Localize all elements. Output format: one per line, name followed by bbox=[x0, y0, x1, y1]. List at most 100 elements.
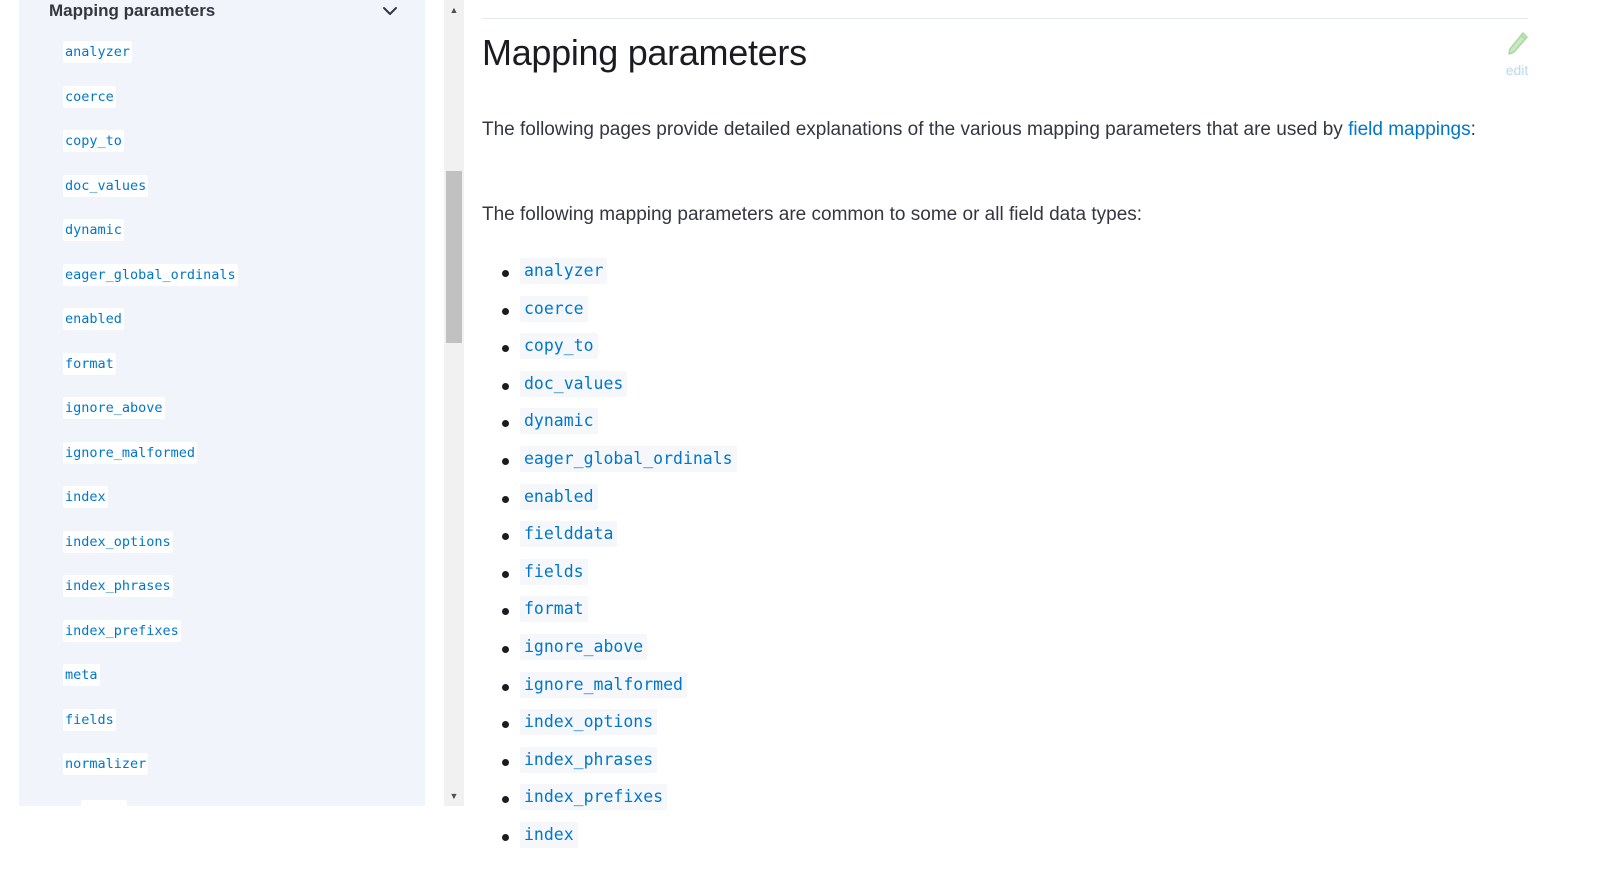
sidebar-item: index_phrases bbox=[63, 575, 238, 620]
param-link[interactable]: coerce bbox=[520, 295, 588, 322]
sidebar-item: format bbox=[63, 352, 238, 398]
list-item: index_prefixes bbox=[482, 784, 737, 822]
bullet bbox=[502, 570, 509, 578]
header-divider bbox=[482, 18, 1528, 19]
sidebar-item-link[interactable]: index bbox=[63, 486, 108, 508]
sidebar-item-link[interactable]: normalizer bbox=[63, 753, 149, 775]
param-link[interactable]: fielddata bbox=[520, 521, 618, 548]
sidebar-item-link[interactable]: ignore_malformed bbox=[63, 441, 198, 464]
bullet bbox=[502, 420, 509, 428]
sidebar-item: coerce bbox=[63, 85, 238, 131]
sidebar-item: meta bbox=[63, 664, 238, 709]
param-link[interactable]: doc_values bbox=[520, 370, 628, 397]
edit-button[interactable]: edit bbox=[1502, 30, 1532, 82]
param-link[interactable]: fields bbox=[520, 558, 588, 585]
sidebar-item-link[interactable]: index_options bbox=[63, 530, 173, 553]
list-item: format bbox=[482, 596, 737, 634]
list-item: doc_values bbox=[482, 370, 737, 409]
param-list: analyzer coerce copy_to doc_values dynam… bbox=[482, 258, 737, 860]
sidebar-item-link[interactable]: meta bbox=[63, 664, 100, 686]
list-item: enabled bbox=[482, 483, 737, 522]
sidebar-item-link[interactable]: coerce bbox=[63, 85, 116, 108]
scroll-up-icon[interactable]: ▲ bbox=[444, 0, 464, 20]
edit-label: edit bbox=[1505, 62, 1529, 78]
bullet bbox=[502, 307, 509, 315]
list-item: ignore_malformed bbox=[482, 671, 737, 710]
bullet bbox=[502, 270, 509, 277]
param-link[interactable]: index_phrases bbox=[520, 746, 658, 773]
list-item: eager_global_ordinals bbox=[482, 445, 737, 484]
scroll-down-icon[interactable]: ▼ bbox=[444, 786, 464, 806]
main-content: Mapping parameters edit The following pa… bbox=[482, 0, 1532, 869]
sidebar-item: normalizer bbox=[63, 753, 238, 798]
sidebar-item: index_options bbox=[63, 530, 238, 576]
bullet bbox=[502, 833, 509, 841]
bullet bbox=[502, 721, 509, 729]
param-link[interactable]: enabled bbox=[520, 483, 598, 510]
bullet bbox=[502, 345, 509, 353]
sidebar-item-link[interactable]: enabled bbox=[63, 308, 124, 330]
sidebar-item: doc_values bbox=[63, 174, 238, 220]
sidebar-item: analyzer bbox=[63, 41, 238, 86]
intro-suffix: : bbox=[1470, 119, 1476, 140]
param-link[interactable]: ignore_malformed bbox=[520, 671, 687, 698]
sidebar-item: copy_to bbox=[63, 130, 238, 175]
sidebar-item-link[interactable]: index_phrases bbox=[63, 575, 173, 597]
list-item: index bbox=[482, 821, 737, 860]
sidebar-item-link[interactable]: format bbox=[63, 352, 116, 375]
list-item: index_phrases bbox=[482, 746, 737, 785]
bullet bbox=[502, 495, 509, 503]
param-link[interactable]: analyzer bbox=[520, 258, 608, 284]
param-link[interactable]: index bbox=[520, 821, 578, 848]
sidebar-item-link[interactable]: dynamic bbox=[63, 219, 124, 241]
sidebar-item-link[interactable]: doc_values bbox=[63, 174, 149, 197]
param-link[interactable]: dynamic bbox=[520, 408, 598, 435]
param-link[interactable]: ignore_above bbox=[520, 633, 648, 660]
sidebar-item: ignore_malformed bbox=[63, 441, 238, 487]
sidebar-item-link[interactable]: copy_to bbox=[63, 130, 124, 152]
bullet bbox=[502, 382, 509, 390]
field-mappings-link[interactable]: field mappings bbox=[1348, 119, 1471, 140]
param-link[interactable]: eager_global_ordinals bbox=[520, 445, 737, 472]
sidebar-item-link[interactable]: analyzer bbox=[63, 41, 133, 63]
bullet bbox=[502, 645, 509, 653]
param-link[interactable]: format bbox=[520, 596, 588, 623]
sidebar-section-title: Mapping parameters bbox=[49, 1, 216, 20]
chevron-down-icon[interactable] bbox=[381, 2, 399, 20]
sidebar-item: ignore_above bbox=[63, 397, 238, 442]
sidebar-item: dynamic bbox=[63, 219, 238, 264]
list-item: copy_to bbox=[482, 333, 737, 371]
sidebar-scrollbar[interactable]: ▲ ▼ bbox=[444, 0, 464, 806]
sidebar-item-link[interactable]: index_prefixes bbox=[63, 619, 181, 642]
sidebar-item-link[interactable]: ignore_above bbox=[63, 397, 165, 419]
list-item: index_options bbox=[482, 709, 737, 747]
scrollbar-thumb[interactable] bbox=[446, 171, 462, 343]
sidebar-nav: Mapping parameters analyzer coerce copy_… bbox=[19, 0, 425, 806]
param-link[interactable]: copy_to bbox=[520, 333, 598, 360]
intro-text: The following pages provide detailed exp… bbox=[482, 119, 1349, 140]
sidebar-item: index_prefixes bbox=[63, 619, 238, 665]
bullet bbox=[502, 796, 509, 804]
bullet bbox=[502, 533, 509, 541]
list-item: dynamic bbox=[482, 408, 737, 446]
sidebar-item: eager_global_ordinals bbox=[63, 263, 238, 309]
intro-paragraph: The following pages provide detailed exp… bbox=[482, 114, 1492, 146]
param-link[interactable]: index_options bbox=[520, 709, 658, 736]
param-link[interactable]: index_prefixes bbox=[520, 784, 668, 811]
bullet bbox=[502, 457, 509, 465]
sidebar-item: fields bbox=[63, 708, 238, 754]
sidebar-item: enabled bbox=[63, 308, 238, 353]
bullet bbox=[502, 683, 509, 691]
sidebar-section-header[interactable]: Mapping parameters bbox=[49, 0, 399, 22]
list-item: analyzer bbox=[482, 258, 737, 296]
list-item: coerce bbox=[482, 295, 737, 334]
sidebar-item-cutoff bbox=[81, 800, 127, 806]
sidebar-item-link[interactable]: eager_global_ordinals bbox=[63, 263, 238, 286]
list-item: ignore_above bbox=[482, 633, 737, 672]
bullet bbox=[502, 608, 509, 616]
common-params-text: The following mapping parameters are com… bbox=[482, 204, 1143, 225]
pencil-icon bbox=[1508, 32, 1528, 55]
list-item: fielddata bbox=[482, 521, 737, 559]
sidebar-item: index bbox=[63, 486, 238, 531]
sidebar-item-link[interactable]: fields bbox=[63, 708, 116, 731]
